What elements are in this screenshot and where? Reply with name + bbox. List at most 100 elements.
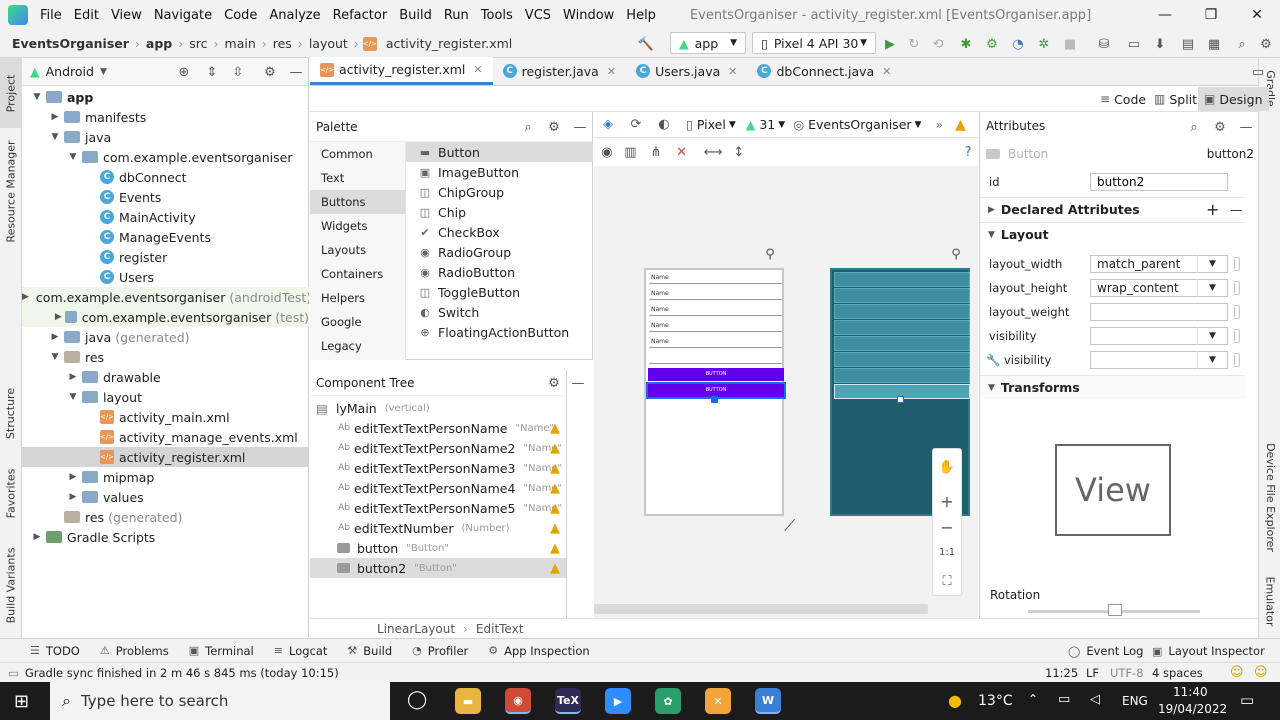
section-transforms[interactable]: ▼ Transforms bbox=[980, 375, 1245, 399]
run-config-select[interactable]: ▲ app ▼ bbox=[670, 32, 746, 54]
word-icon[interactable]: W bbox=[755, 688, 781, 714]
hide-icon[interactable]: — bbox=[1236, 117, 1256, 137]
blueprint-view-outline[interactable] bbox=[834, 368, 970, 383]
preview-edittext[interactable]: Name bbox=[649, 272, 782, 284]
tool-app-inspection[interactable]: ⚙ App Inspection bbox=[488, 644, 589, 658]
blueprint-view-outline[interactable] bbox=[834, 304, 970, 319]
file-encoding[interactable]: UTF-8 bbox=[1110, 666, 1144, 680]
resize-handle[interactable] bbox=[711, 396, 718, 403]
project-view-select[interactable]: Android bbox=[46, 64, 94, 79]
tab-activity-register-xml[interactable]: </> activity_register.xml ✕ bbox=[310, 57, 493, 85]
tab-register-java[interactable]: C register.java ✕ bbox=[493, 57, 626, 85]
attach-debugger-icon[interactable]: ✲ bbox=[1034, 34, 1054, 54]
clear-constraints-icon[interactable]: ✕ bbox=[672, 142, 692, 162]
warning-icon[interactable]: ▲ bbox=[955, 117, 966, 133]
chevron-right-icon[interactable]: ▶ bbox=[30, 532, 44, 542]
clock-date[interactable]: 19/04/2022 bbox=[1158, 702, 1227, 716]
notification-icon[interactable]: ▭ bbox=[1240, 691, 1254, 709]
section-layout[interactable]: ▼ Layout bbox=[980, 222, 1245, 246]
tree-item[interactable]: ▼ com.example.eventsorganiser bbox=[22, 147, 309, 167]
zoom-to-fit-icon[interactable]: ⛶ bbox=[937, 571, 957, 591]
taskbar-search[interactable]: ⌕ Type here to search bbox=[50, 682, 390, 720]
menu-window[interactable]: Window bbox=[557, 8, 620, 23]
weather-temp[interactable]: 13°C bbox=[978, 693, 1013, 709]
chevron-right-icon[interactable]: ▶ bbox=[66, 472, 80, 482]
tree-item[interactable]: Cregister bbox=[22, 247, 309, 267]
palette-category[interactable]: Containers bbox=[310, 262, 405, 286]
device-select[interactable]: ▯ Pixel 4 API 30 ▼ bbox=[752, 32, 876, 54]
breadcrumb-project[interactable]: EventsOrganiser bbox=[8, 36, 133, 51]
menu-code[interactable]: Code bbox=[218, 8, 263, 23]
tool-event-log[interactable]: ◯ Event Log bbox=[1068, 644, 1143, 658]
breadcrumb-res[interactable]: res bbox=[269, 36, 296, 51]
blueprint-view-outline[interactable] bbox=[834, 352, 970, 367]
menu-run[interactable]: Run bbox=[438, 8, 475, 23]
tree-item[interactable]: </> activity_main.xml bbox=[22, 407, 309, 427]
chevron-down-icon[interactable]: ▼ bbox=[1197, 279, 1227, 297]
component-tree-node[interactable]: button "Button" ▲ bbox=[310, 538, 566, 558]
palette-category[interactable]: Widgets bbox=[310, 214, 405, 238]
tree-item[interactable]: </> activity_manage_events.xml bbox=[22, 427, 309, 447]
chevron-right-icon[interactable]: ▶ bbox=[66, 372, 80, 382]
hammer-icon[interactable]: 🔨 bbox=[636, 34, 656, 54]
layout-preview-design[interactable]: Name Name Name Name Name BUTTON BUTTON bbox=[644, 268, 786, 516]
search-icon[interactable]: ⌕ bbox=[518, 117, 538, 137]
settings-icon[interactable]: ⚙ bbox=[1210, 117, 1230, 137]
palette-category[interactable]: Text bbox=[310, 166, 405, 190]
device-manager-icon[interactable]: ▭ bbox=[1124, 34, 1144, 54]
tool-logcat[interactable]: ≡ Logcat bbox=[274, 644, 328, 658]
expand-horizontal-icon[interactable]: ⟷ bbox=[703, 142, 723, 162]
id-field[interactable] bbox=[1090, 173, 1228, 191]
palette-category[interactable]: Google bbox=[310, 310, 405, 334]
zoom-actual-size[interactable]: 1:1 bbox=[939, 547, 955, 558]
tree-item[interactable]: ▶ values bbox=[22, 487, 309, 507]
chevron-right-icon[interactable]: ▶ bbox=[48, 332, 62, 342]
resource-picker-icon[interactable] bbox=[1234, 281, 1240, 295]
apply-changes-icon[interactable]: ↻ bbox=[904, 34, 924, 54]
palette-category[interactable]: Layouts bbox=[310, 238, 405, 262]
smiley-icon[interactable]: ☺ bbox=[1230, 665, 1244, 680]
profile-icon[interactable]: ⚙ bbox=[982, 34, 1002, 54]
tree-item[interactable]: ▶ mipmap bbox=[22, 467, 309, 487]
tree-item[interactable]: res (generated) bbox=[22, 507, 309, 527]
task-view-icon[interactable]: ◯ bbox=[407, 689, 427, 710]
attribute-value-field[interactable] bbox=[1090, 303, 1228, 321]
chevron-down-icon[interactable]: ▼ bbox=[66, 152, 80, 162]
expand-all-icon[interactable]: ⇕ bbox=[202, 62, 222, 82]
palette-category[interactable]: Buttons bbox=[310, 190, 405, 214]
resize-corner-icon[interactable]: ⟋ bbox=[784, 516, 795, 536]
openai-icon[interactable]: ✿ bbox=[655, 688, 681, 714]
breadcrumb-main[interactable]: main bbox=[221, 36, 260, 51]
magnet-off-icon[interactable]: ⋔ bbox=[646, 142, 666, 162]
close-icon[interactable]: ✕ bbox=[1234, 0, 1280, 30]
caret-position[interactable]: 11:25 bbox=[1045, 666, 1078, 680]
tree-item[interactable]: C Events bbox=[22, 187, 309, 207]
sync-icon[interactable]: ⛁ bbox=[1094, 34, 1114, 54]
chevron-right-icon[interactable]: ▶ bbox=[22, 292, 29, 302]
resource-picker-icon[interactable] bbox=[1234, 353, 1240, 367]
tool-problems[interactable]: ⚠ Problems bbox=[100, 644, 169, 658]
tree-root-lymain[interactable]: ▤ lyMain (vertical) bbox=[310, 398, 566, 418]
expand-vertical-icon[interactable]: ↕ bbox=[729, 142, 749, 162]
overflow-chevron-icon[interactable]: » bbox=[935, 117, 943, 132]
tree-item[interactable]: ▶ com.example.eventsorganiser (androidTest… bbox=[22, 287, 309, 307]
palette-item[interactable]: ▣ ImageButton bbox=[406, 162, 593, 182]
layers-icon[interactable]: ◈ bbox=[598, 115, 618, 135]
preview-edittext[interactable]: Name bbox=[649, 288, 782, 300]
close-tab-icon[interactable]: ✕ bbox=[607, 65, 616, 78]
preview-edittext[interactable]: Name bbox=[649, 320, 782, 332]
chevron-down-icon[interactable]: ▼ bbox=[915, 120, 922, 130]
pan-hand-icon[interactable]: ✋ bbox=[937, 457, 957, 477]
language-indicator[interactable]: ENG bbox=[1122, 694, 1148, 708]
menu-file[interactable]: File bbox=[34, 8, 68, 23]
settings-icon[interactable]: ⚙ bbox=[260, 62, 280, 82]
tab-users-java[interactable]: C Users.java ✕ bbox=[626, 57, 747, 85]
tree-item[interactable]: CdbConnect bbox=[22, 167, 309, 187]
breadcrumb-src[interactable]: src bbox=[185, 36, 211, 51]
search-icon[interactable]: ⌕ bbox=[1232, 34, 1252, 54]
run-icon[interactable]: ▶ bbox=[880, 34, 900, 54]
menu-view[interactable]: View bbox=[105, 8, 148, 23]
api-level-select[interactable]: 31 bbox=[759, 117, 775, 132]
windows-start-icon[interactable]: ⊞ bbox=[14, 691, 29, 712]
tree-item[interactable]: ▶ Gradle Scripts bbox=[22, 527, 309, 547]
